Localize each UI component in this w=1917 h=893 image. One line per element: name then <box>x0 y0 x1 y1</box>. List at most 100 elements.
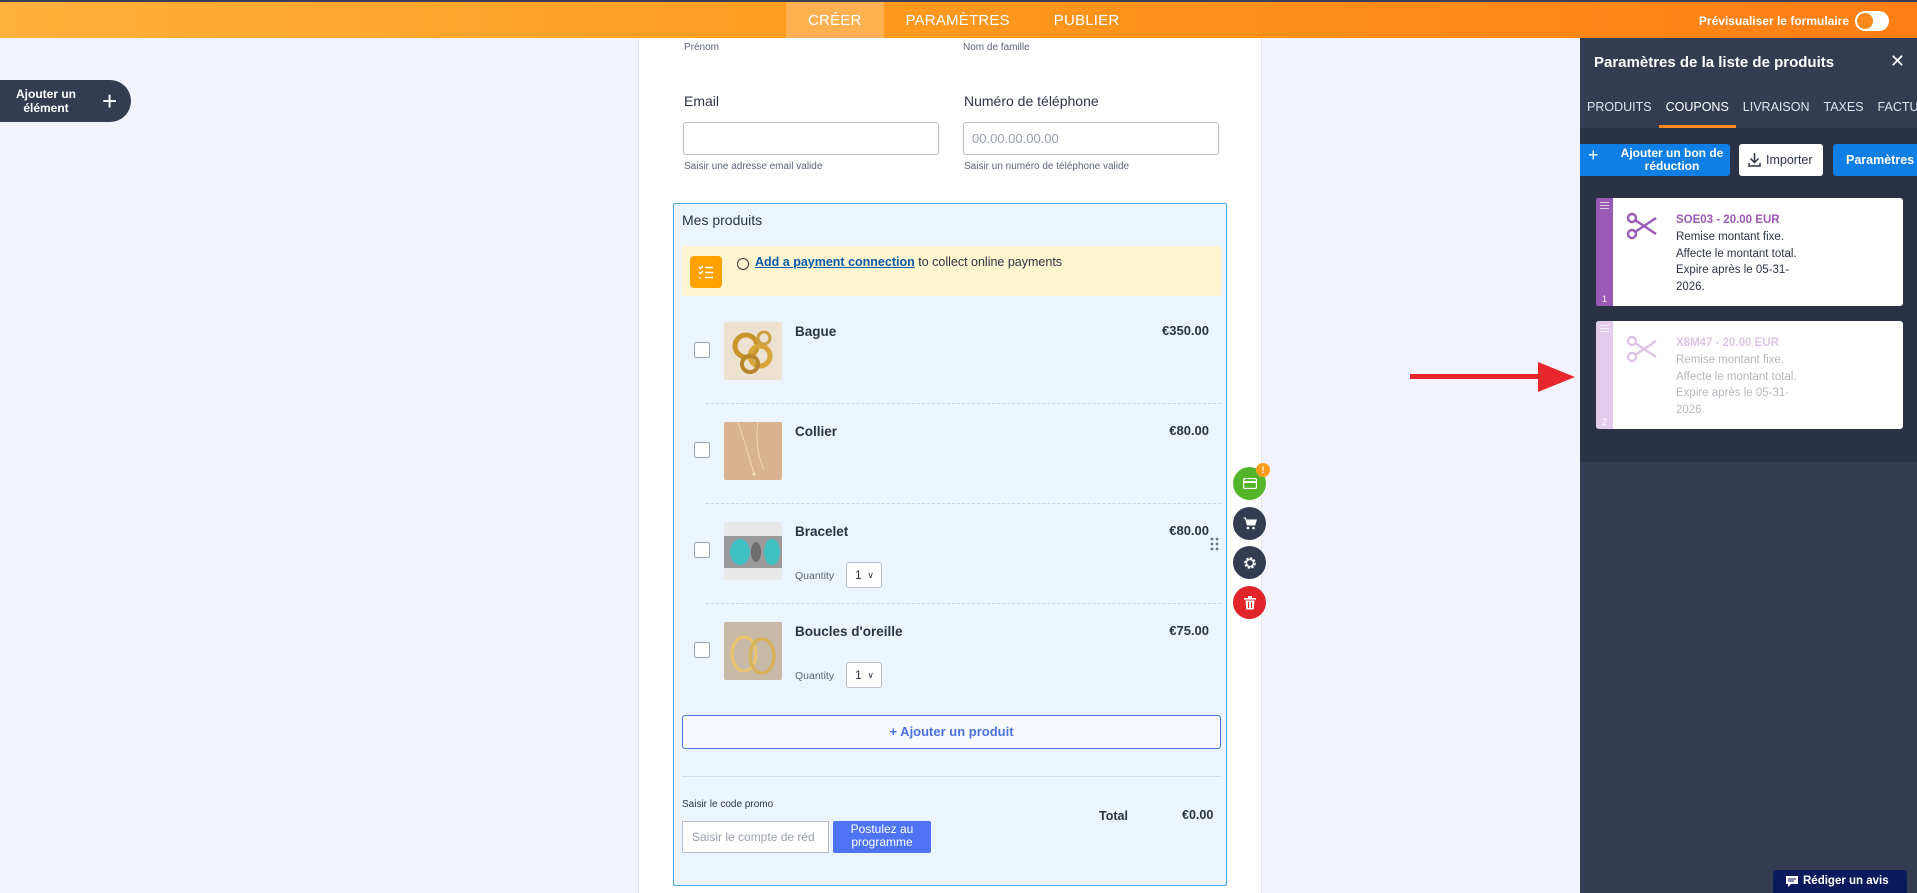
coupon-title: X8M47 - 20.00 EUR <box>1676 337 1779 349</box>
phone-label: Numéro de téléphone <box>964 93 1099 109</box>
product-image-collier <box>724 422 782 480</box>
preview-toggle[interactable] <box>1855 11 1889 31</box>
coupon-card[interactable]: 2 X8M47 - 20.00 EUR Remise montant fixe.… <box>1596 321 1903 429</box>
product-price: €75.00 <box>1169 623 1209 638</box>
coupons-content: + Ajouter un bon de réduction Importer P… <box>1580 128 1917 462</box>
download-icon <box>1748 153 1761 167</box>
drag-handle-icon[interactable] <box>1210 536 1220 555</box>
close-icon[interactable]: ✕ <box>1890 51 1905 72</box>
coupon-title: SOE03 - 20.00 EUR <box>1676 214 1780 226</box>
product-row: Bague €350.00 <box>682 304 1221 404</box>
coupon-line: 2026. <box>1676 280 1705 293</box>
preview-label: Prévisualiser le formulaire <box>1698 14 1849 28</box>
product-price: €350.00 <box>1162 323 1209 338</box>
product-price: €80.00 <box>1169 423 1209 438</box>
add-product-button[interactable]: + Ajouter un produit <box>682 715 1221 749</box>
coupon-settings-button[interactable]: Paramètres <box>1833 144 1917 176</box>
tab-coupons[interactable]: COUPONS <box>1658 90 1737 128</box>
drag-handle-icon[interactable] <box>1600 325 1609 334</box>
form-canvas: Prénom Nom de famille Email Saisir une a… <box>638 38 1262 893</box>
coupon-line: Expire après le 05-31- <box>1676 264 1790 276</box>
product-price: €80.00 <box>1169 523 1209 538</box>
scissors-icon <box>1626 212 1657 240</box>
phone-field[interactable]: 00.00.00.00.00 <box>963 122 1219 155</box>
tab-facture[interactable]: FACTURE <box>1871 90 1917 128</box>
product-list-widget[interactable]: Mes produits Add a payment connection to… <box>673 203 1227 886</box>
cart-icon <box>1243 517 1257 530</box>
coupon-line: 2026. <box>1676 403 1705 416</box>
product-checkbox[interactable] <box>694 542 710 558</box>
chevron-down-icon: ∨ <box>867 670 874 680</box>
email-hint: Saisir une adresse email valide <box>684 161 823 172</box>
promo-code-input[interactable]: Saisir le compte de réd <box>682 821 829 853</box>
product-name: Collier <box>795 424 838 439</box>
quantity-value: 1 <box>855 668 862 682</box>
coupon-line: Affecte le montant total. <box>1676 370 1797 383</box>
coupon-line: Affecte le montant total. <box>1676 247 1797 260</box>
coupon-card[interactable]: 1 SOE03 - 20.00 EUR Remise montant fixe.… <box>1596 198 1903 306</box>
add-coupon-label: Ajouter un bon de réduction <box>1620 146 1724 173</box>
cart-button[interactable] <box>1233 507 1266 540</box>
add-payment-link[interactable]: Add a payment connection <box>755 255 915 269</box>
total-label: Total <box>1099 809 1128 823</box>
products-title: Mes produits <box>682 212 763 228</box>
quantity-value: 1 <box>855 568 862 582</box>
tab-parametres[interactable]: PARAMÈTRES <box>884 2 1032 38</box>
quantity-label: Quantity <box>795 670 835 682</box>
product-checkbox[interactable] <box>694 442 710 458</box>
tab-produits[interactable]: PRODUITS <box>1580 90 1659 128</box>
chevron-down-icon: ∨ <box>867 570 874 580</box>
red-arrow-annotation <box>1410 362 1575 392</box>
payment-banner: Add a payment connection to collect onli… <box>682 246 1221 296</box>
product-name: Boucles d'oreille <box>795 624 903 639</box>
coupon-color-bar: 2 <box>1596 321 1613 429</box>
product-image-bague <box>724 322 782 380</box>
import-button[interactable]: Importer <box>1739 144 1823 176</box>
product-name: Bague <box>795 324 837 339</box>
warning-badge: ! <box>1256 463 1270 477</box>
preview-form: Prévisualiser le formulaire <box>1699 11 1889 31</box>
product-row: Bracelet €80.00 Quantity 1 ∨ <box>682 504 1221 604</box>
first-name-sublabel: Prénom <box>684 42 720 53</box>
tab-publier[interactable]: PUBLIER <box>1032 2 1142 38</box>
comment-icon <box>1786 876 1798 887</box>
drag-handle-icon[interactable] <box>1600 202 1609 211</box>
quantity-select[interactable]: 1 ∨ <box>846 662 882 688</box>
quantity-select[interactable]: 1 ∨ <box>846 562 882 588</box>
last-name-sublabel: Nom de famille <box>963 42 1030 53</box>
tab-taxes[interactable]: TAXES <box>1816 90 1870 128</box>
plus-icon: + <box>102 85 118 116</box>
coupon-description: Remise montant fixe. Affecte le montant … <box>1676 352 1797 418</box>
panel-title: Paramètres de la liste de produits <box>1594 54 1835 71</box>
tab-livraison[interactable]: LIVRAISON <box>1736 90 1817 128</box>
write-review-button[interactable]: Rédiger un avis <box>1773 870 1907 893</box>
apply-promo-button[interactable]: Postulez au programme <box>833 821 931 853</box>
coupon-number: 1 <box>1601 294 1607 304</box>
promo-label: Saisir le code promo <box>682 799 774 810</box>
product-checkbox[interactable] <box>694 642 710 658</box>
scissors-icon <box>1626 335 1657 363</box>
coupon-number: 2 <box>1601 417 1607 427</box>
email-label: Email <box>684 93 720 109</box>
add-element-label: Ajouter un élément <box>16 87 76 115</box>
coupon-line: Remise montant fixe. <box>1676 354 1785 366</box>
delete-button[interactable] <box>1233 586 1266 619</box>
checklist-icon <box>690 256 722 288</box>
coupon-line: Expire après le 05-31- <box>1676 387 1790 399</box>
review-label: Rédiger un avis <box>1803 875 1889 887</box>
email-field[interactable] <box>683 122 939 155</box>
add-element-button[interactable]: Ajouter un élément + <box>0 80 131 122</box>
settings-button[interactable] <box>1233 546 1266 579</box>
tab-creer[interactable]: CRÉER <box>786 2 884 38</box>
phone-hint: Saisir un numéro de téléphone valide <box>964 161 1130 172</box>
product-image-boucles <box>724 622 782 680</box>
product-checkbox[interactable] <box>694 342 710 358</box>
total-value: €0.00 <box>1182 808 1214 822</box>
info-circle-icon <box>737 258 749 270</box>
coupon-color-bar: 1 <box>1596 198 1613 306</box>
add-coupon-button[interactable]: + Ajouter un bon de réduction <box>1580 144 1730 176</box>
trash-icon <box>1243 595 1256 609</box>
quantity-label: Quantity <box>795 570 835 582</box>
promo-divider <box>682 776 1221 777</box>
plus-icon: + <box>1588 145 1599 165</box>
